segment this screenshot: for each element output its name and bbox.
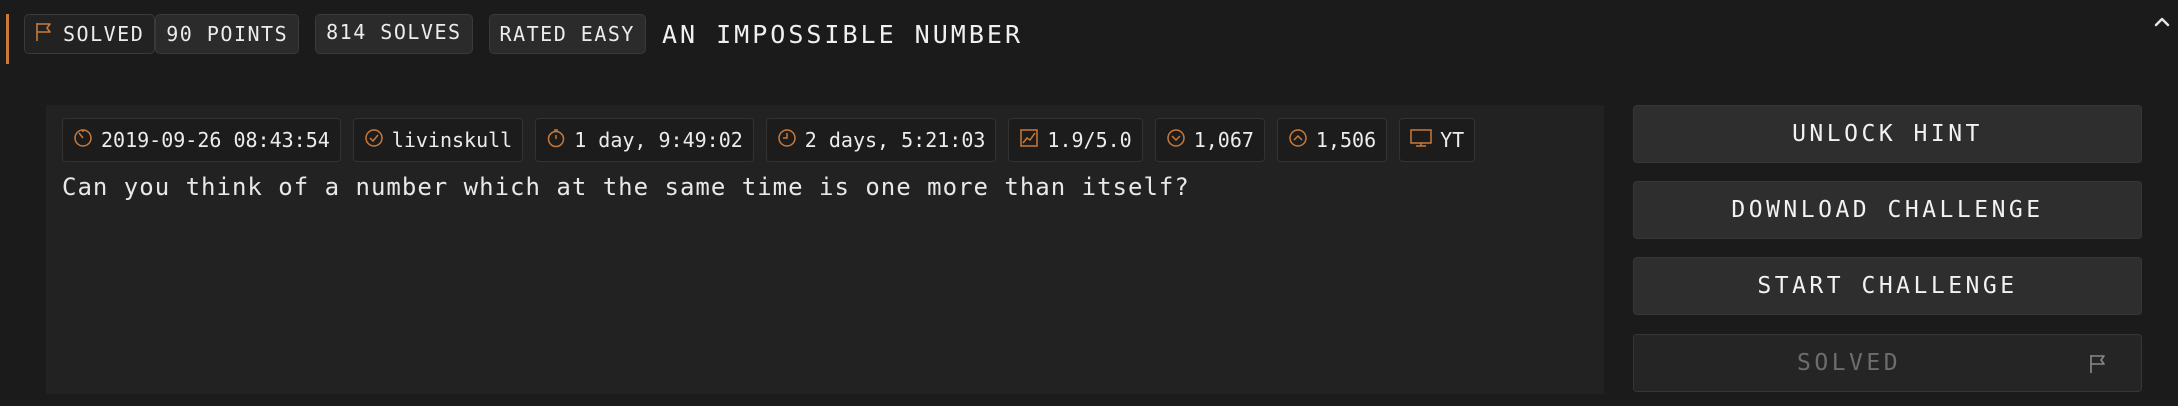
start-challenge-button[interactable]: START CHALLENGE <box>1633 257 2142 315</box>
timer-icon <box>777 128 797 153</box>
chevron-up-circle-icon <box>1288 128 1308 153</box>
solved-tag: SOLVED <box>24 14 156 54</box>
challenge-title: AN IMPOSSIBLE NUMBER <box>661 19 1023 49</box>
downvote-count: 1,067 <box>1193 128 1254 152</box>
accent-bar <box>6 14 9 64</box>
clock-icon <box>73 128 93 153</box>
difficulty-tag: RATED EASY <box>488 14 646 54</box>
chart-icon <box>1019 128 1039 153</box>
solves-tag: 814 SOLVES <box>315 14 473 54</box>
upvote-count: 1,506 <box>1315 128 1377 152</box>
solved-tag-label: SOLVED <box>63 22 145 46</box>
download-challenge-button[interactable]: DOWNLOAD CHALLENGE <box>1633 181 2142 239</box>
duration: 2 days, 5:21:03 <box>804 128 986 152</box>
challenge-description: Can you think of a number which at the s… <box>62 173 1190 201</box>
first-blood-chip: 1 day, 9:49:02 <box>535 118 754 162</box>
first-blood-time: 1 day, 9:49:02 <box>574 128 743 152</box>
chevron-up-icon[interactable] <box>2150 12 2174 32</box>
points-tag: 90 POINTS <box>155 14 300 54</box>
unlock-hint-button[interactable]: UNLOCK HINT <box>1633 105 2142 163</box>
release-date-chip: 2019-09-26 08:43:54 <box>62 118 341 162</box>
downvotes-chip[interactable]: 1,067 <box>1154 118 1265 162</box>
challenge-header[interactable]: SOLVED 90 POINTS 814 SOLVES RATED EASY A… <box>24 12 2158 56</box>
challenge-body: 2019-09-26 08:43:54 livinskull 1 day, 9:… <box>46 105 1604 394</box>
rating: 1.9/5.0 <box>1047 128 1132 152</box>
category-chip: YT <box>1399 118 1476 162</box>
author-name: livinskull <box>391 128 513 152</box>
challenge-panel: SOLVED 90 POINTS 814 SOLVES RATED EASY A… <box>0 0 2178 406</box>
monitor-icon <box>1410 128 1432 153</box>
rating-chip: 1.9/5.0 <box>1008 118 1143 162</box>
author-chip[interactable]: livinskull <box>352 118 524 162</box>
meta-row: 2019-09-26 08:43:54 livinskull 1 day, 9:… <box>62 118 1476 162</box>
duration-chip: 2 days, 5:21:03 <box>765 118 997 162</box>
stopwatch-icon <box>546 128 566 153</box>
check-circle-icon <box>364 128 384 153</box>
flag-icon <box>35 22 53 47</box>
solved-button-label: SOLVED <box>1797 350 1902 376</box>
upvotes-chip[interactable]: 1,506 <box>1276 118 1388 162</box>
release-date: 2019-09-26 08:43:54 <box>101 128 330 152</box>
category: YT <box>1440 128 1465 152</box>
chevron-down-circle-icon <box>1166 128 1186 153</box>
solved-button: SOLVED <box>1633 334 2142 392</box>
flag-icon <box>2089 354 2107 380</box>
